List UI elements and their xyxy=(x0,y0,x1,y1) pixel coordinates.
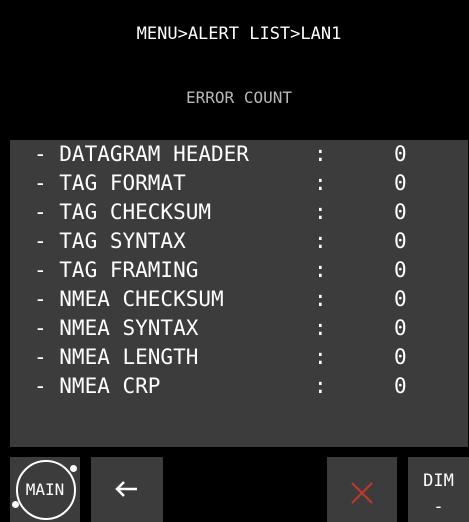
list-item: - TAG SYNTAX : 0 xyxy=(10,227,468,256)
row-label: - TAG FORMAT xyxy=(34,171,186,195)
row-value: 0 xyxy=(394,258,407,282)
list-item: - NMEA SYNTAX : 0 xyxy=(10,314,468,343)
row-separator: : xyxy=(314,229,327,253)
list-item: - TAG FORMAT : 0 xyxy=(10,169,468,198)
row-value: 0 xyxy=(394,316,407,340)
main-button[interactable]: MAIN xyxy=(10,457,80,522)
breadcrumb: MENU>ALERT LIST>LAN1 xyxy=(136,24,342,44)
row-value: 0 xyxy=(394,171,407,195)
list-item: - NMEA LENGTH : 0 xyxy=(10,343,468,372)
row-label: - NMEA CHECKSUM xyxy=(34,287,224,311)
row-separator: : xyxy=(314,142,327,166)
row-label: - NMEA LENGTH xyxy=(34,345,199,369)
row-value: 0 xyxy=(394,374,407,398)
row-label: - TAG FRAMING xyxy=(34,258,199,282)
list-item: - TAG CHECKSUM : 0 xyxy=(10,198,468,227)
row-separator: : xyxy=(314,345,327,369)
dim-button[interactable]: DIM - xyxy=(408,457,469,522)
dim-button-label: DIM xyxy=(423,471,454,491)
list-item: - TAG FRAMING : 0 xyxy=(10,256,468,285)
ring-dot-icon xyxy=(12,501,19,508)
row-value: 0 xyxy=(394,287,407,311)
softkey-bar: MAIN DIM - xyxy=(0,447,469,522)
cancel-button[interactable] xyxy=(327,457,397,522)
list-item: - NMEA CRP : 0 xyxy=(10,372,468,401)
back-button[interactable] xyxy=(91,457,163,522)
list-item: - NMEA CHECKSUM : 0 xyxy=(10,285,468,314)
page-title: ERROR COUNT xyxy=(186,88,292,107)
main-button-label: MAIN xyxy=(25,480,65,499)
row-label: - NMEA CRP xyxy=(34,374,161,398)
row-value: 0 xyxy=(394,229,407,253)
list-item: - DATAGRAM HEADER : 0 xyxy=(10,140,468,169)
screen-header: MENU>ALERT LIST>LAN1 ERROR COUNT xyxy=(10,0,468,140)
error-count-list: - DATAGRAM HEADER : 0 - TAG FORMAT : 0 -… xyxy=(10,140,468,447)
ring-dot-icon xyxy=(70,465,77,472)
row-separator: : xyxy=(314,316,327,340)
row-separator: : xyxy=(314,374,327,398)
left-arrow-icon xyxy=(115,481,137,497)
row-label: - NMEA SYNTAX xyxy=(34,316,199,340)
row-separator: : xyxy=(314,200,327,224)
row-separator: : xyxy=(314,171,327,195)
row-label: - TAG CHECKSUM xyxy=(34,200,212,224)
row-value: 0 xyxy=(394,142,407,166)
row-label: - DATAGRAM HEADER xyxy=(34,142,249,166)
row-separator: : xyxy=(314,287,327,311)
row-value: 0 xyxy=(394,345,407,369)
row-label: - TAG SYNTAX xyxy=(34,229,186,253)
row-value: 0 xyxy=(394,200,407,224)
dim-level-indicator: - xyxy=(433,497,444,517)
close-icon xyxy=(351,482,373,504)
row-separator: : xyxy=(314,258,327,282)
